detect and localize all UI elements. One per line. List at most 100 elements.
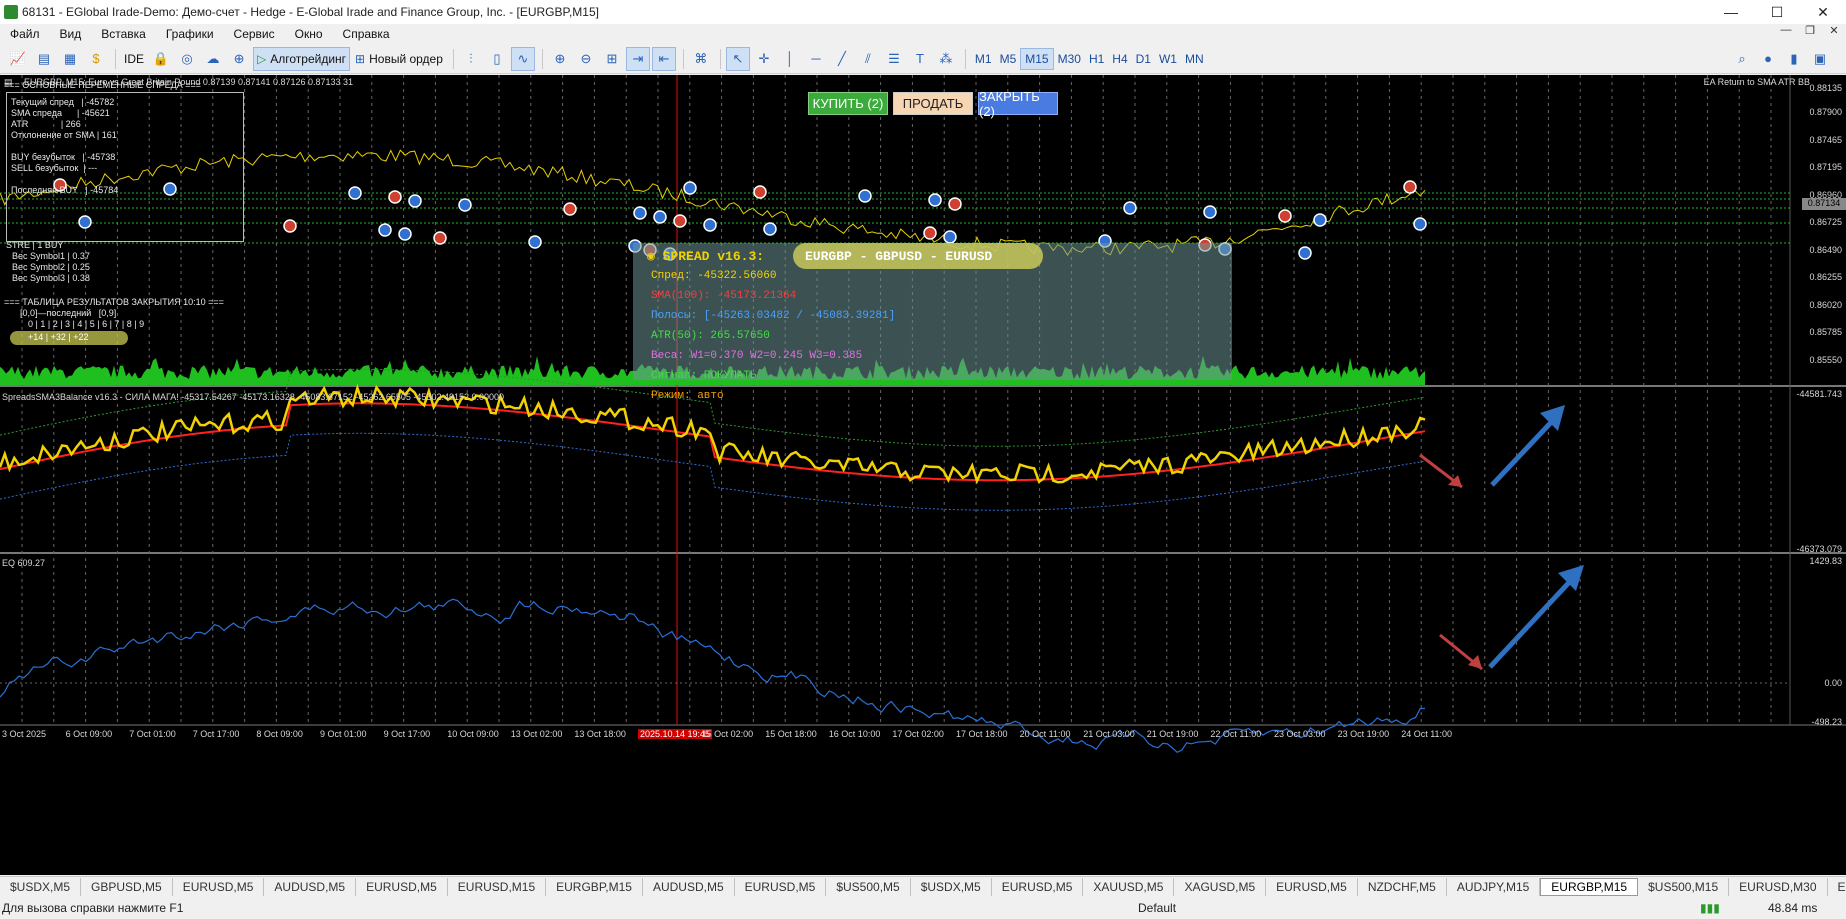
menu-help[interactable]: Справка	[333, 27, 400, 41]
dollar-icon[interactable]: $	[84, 47, 108, 71]
chart-tab[interactable]: EURUSD,M5	[356, 877, 448, 896]
mdi-close-button[interactable]: ✕	[1822, 24, 1846, 37]
mdi-minimize-button[interactable]: —	[1774, 24, 1798, 37]
chart-tab[interactable]: EURUSD,M5	[735, 877, 827, 896]
chart-tab[interactable]: EURUSD,M30	[1729, 877, 1828, 896]
ide-button[interactable]: IDE	[121, 47, 147, 71]
time-tick: 13 Oct 18:00	[574, 729, 626, 739]
timeframe-m15[interactable]: M15	[1020, 47, 1054, 70]
screenshot-icon[interactable]: ⌘	[689, 47, 713, 71]
price-tick: 0.86725	[1809, 217, 1842, 227]
toolbar-separator	[964, 48, 966, 69]
search-icon[interactable]: ⌕	[1730, 47, 1754, 71]
time-tick: 21 Oct 19:00	[1146, 729, 1199, 739]
new-order-button[interactable]: ⊞ Новый ордер	[352, 47, 446, 71]
crosshair-icon[interactable]: ✛	[752, 47, 776, 71]
chart-tab[interactable]: $USDX,M5	[0, 877, 82, 896]
menu-window[interactable]: Окно	[285, 27, 333, 41]
notifications-icon[interactable]: ●	[1756, 47, 1780, 71]
chart-tab[interactable]: $US500,M5	[826, 877, 911, 896]
chart-window[interactable]: ▤ EURGBP, M15: Euro vs Great Britain Pou…	[0, 75, 1846, 875]
chart-tab[interactable]: NZDCHF,M5	[1358, 877, 1447, 896]
status-help: Для вызова справки нажмите F1	[2, 901, 184, 915]
status-ping: 48.84 ms	[1768, 901, 1818, 915]
timeframe-h4[interactable]: H4	[1108, 48, 1131, 70]
menu-tools[interactable]: Сервис	[224, 27, 285, 41]
horizontal-line-icon[interactable]: ─	[804, 47, 828, 71]
autoscroll-icon[interactable]: ⇥	[625, 46, 650, 71]
chart-tab[interactable]: EURUSD,M5	[173, 877, 265, 896]
text-icon[interactable]: T	[908, 47, 932, 71]
chart-tab[interactable]: AUDJPY,M15	[1447, 877, 1541, 896]
cloud-icon[interactable]: ☁	[201, 47, 225, 71]
trade-marker	[1278, 209, 1292, 223]
chart-type-icon[interactable]: 📈	[6, 47, 30, 71]
chart-tab[interactable]: EURGBP,M15	[546, 877, 643, 896]
price-tick: 0.86020	[1809, 300, 1842, 310]
spread-overlay: ◉ SPREAD v16.3: EURGBP - GBPUSD - EURUSD…	[633, 243, 1232, 402]
maximize-button[interactable]: ☐	[1754, 0, 1800, 24]
buy-button[interactable]: КУПИТЬ (2)	[808, 92, 888, 115]
menu-view[interactable]: Вид	[50, 27, 92, 41]
fibo-icon[interactable]: ☰	[882, 47, 906, 71]
chart-tab[interactable]: GBPUSD,M5	[81, 877, 173, 896]
menu-charts[interactable]: Графики	[156, 27, 224, 41]
zoom-in-icon[interactable]: ⊕	[548, 47, 572, 71]
timeframe-m5[interactable]: M5	[996, 48, 1021, 70]
toolbar: 📈 ▤ ▦ $ IDE 🔒 ◎ ☁ ⊕ ▷ Алготрейдинг ⊞ Новый…	[0, 44, 1846, 74]
timeframe-m1[interactable]: M1	[971, 48, 996, 70]
layout-icon[interactable]: ▣	[1808, 47, 1832, 71]
minimize-button[interactable]: —	[1708, 0, 1754, 24]
chart-tab[interactable]: EURUSD,M15	[448, 877, 547, 896]
grid-icon[interactable]: ⊞	[600, 47, 624, 71]
mdi-restore-button[interactable]: ❐	[1798, 24, 1822, 37]
time-tick: 23 Oct 19:00	[1337, 729, 1390, 739]
menu-insert[interactable]: Вставка	[91, 27, 156, 41]
shapes-icon[interactable]: ⁂	[934, 47, 958, 71]
time-tick: 20 Oct 11:00	[1019, 729, 1071, 739]
market-icon[interactable]: ⊕	[227, 47, 251, 71]
trade-marker	[928, 193, 942, 207]
vertical-line-icon[interactable]: │	[778, 47, 802, 71]
bar-chart-icon[interactable]: ⫶	[459, 47, 483, 71]
timeframe-d1[interactable]: D1	[1132, 48, 1155, 70]
chart-tab[interactable]: $US500,M15	[1638, 877, 1730, 896]
profiles-icon[interactable]: ▦	[58, 47, 82, 71]
chart-tab[interactable]: $USDX,M5	[911, 877, 992, 896]
spread-panel-title: === ОСНОВНЫЕ ПЕРЕМЕННЫЕ СПРЕДА ===	[4, 80, 202, 90]
new-order-icon: ⊞	[355, 51, 366, 66]
cursor-icon[interactable]: ↖	[725, 46, 750, 71]
channel-icon[interactable]: ⫽	[856, 47, 880, 71]
lock-icon[interactable]: 🔒	[149, 47, 173, 71]
chart-tab[interactable]: XAGUSD,M5	[1174, 877, 1267, 896]
line-chart-icon[interactable]: ∿	[510, 46, 535, 71]
timeframe-w1[interactable]: W1	[1155, 48, 1181, 70]
trendline-icon[interactable]: ╱	[830, 47, 854, 71]
chart-tab[interactable]: EURUSD,M5	[992, 877, 1084, 896]
zoom-out-icon[interactable]: ⊖	[574, 47, 598, 71]
signal-icon[interactable]: ◎	[175, 47, 199, 71]
trade-marker	[703, 218, 717, 232]
chart-tab[interactable]: EURJ	[1828, 878, 1846, 896]
signal-strength-icon[interactable]: ▮	[1782, 47, 1806, 71]
template-icon[interactable]: ▤	[32, 47, 56, 71]
close-window-button[interactable]: ✕	[1800, 0, 1846, 24]
chart-tab[interactable]: AUDUSD,M5	[643, 877, 735, 896]
chart-tab[interactable]: AUDUSD,M5	[264, 877, 357, 896]
spread-line: Спред: -45322.56060	[651, 270, 777, 282]
menu-file[interactable]: Файл	[0, 27, 50, 41]
chart-tab[interactable]: XAUUSD,M5	[1083, 877, 1175, 896]
closing-table-pill-text: +14 | +32 | +22	[28, 332, 89, 342]
sell-button[interactable]: ПРОДАТЬ	[893, 92, 973, 115]
timeframe-mn[interactable]: MN	[1181, 48, 1208, 70]
close-positions-button[interactable]: ЗАКРЫТЬ (2)	[978, 89, 1058, 119]
algotrading-button[interactable]: ▷ Алготрейдинг	[253, 46, 351, 71]
chart-shift-icon[interactable]: ⇤	[651, 46, 676, 71]
price-tick: 0.86490	[1809, 245, 1842, 255]
timeframe-h1[interactable]: H1	[1085, 48, 1108, 70]
chart-tab[interactable]: EURGBP,M15	[1540, 877, 1639, 896]
chart-tab[interactable]: EURUSD,M5	[1266, 877, 1358, 896]
candles-icon[interactable]: ▯	[485, 47, 509, 71]
timeframe-m30[interactable]: M30	[1054, 48, 1085, 70]
algotrading-label: Алготрейдинг	[270, 51, 347, 66]
